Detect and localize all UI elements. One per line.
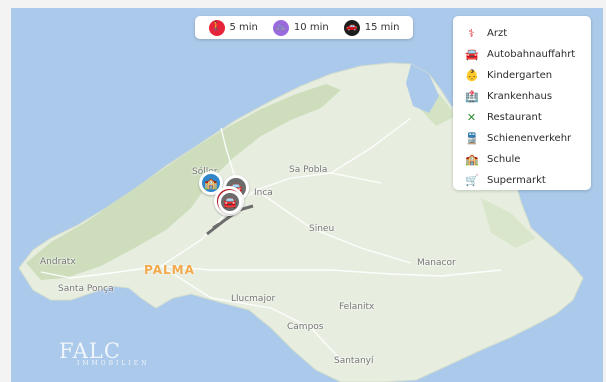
travel-walk-label: 5 min bbox=[229, 22, 258, 33]
legend-label-supermarkt: Supermarkt bbox=[487, 175, 546, 186]
legend-item-krankenhaus[interactable]: 🏥 Krankenhaus bbox=[465, 86, 583, 107]
travel-car-15[interactable]: 🚗 15 min bbox=[343, 19, 400, 36]
legend-item-supermarkt[interactable]: 🛒 Supermarkt bbox=[465, 170, 583, 191]
watermark-logo: FALC IMMOBILIEN bbox=[59, 339, 150, 368]
travel-walk-5[interactable]: 🚶 5 min bbox=[208, 19, 258, 36]
place-label-andratx: Andratx bbox=[40, 257, 76, 267]
legend-label-kindergarten: Kindergarten bbox=[487, 70, 553, 81]
place-label-santa-ponca: Santa Ponça bbox=[58, 284, 114, 294]
place-label-sineu: Sineu bbox=[309, 224, 335, 234]
travel-car-label: 15 min bbox=[364, 22, 400, 33]
place-label-felanitx: Felanitx bbox=[339, 302, 375, 312]
legend-label-autobahnauffahrt: Autobahnauffahrt bbox=[487, 49, 576, 60]
map-frame: Sóller Inca Sa Pobla Sineu Andratx Santa… bbox=[0, 0, 606, 382]
place-label-inca: Inca bbox=[254, 188, 273, 198]
legend-label-krankenhaus: Krankenhaus bbox=[487, 91, 553, 102]
place-label-llucmajor: Llucmajor bbox=[231, 294, 276, 304]
train-icon: 🚆 bbox=[465, 132, 479, 145]
legend-item-arzt[interactable]: ⚕ Arzt bbox=[465, 23, 583, 44]
stethoscope-icon: ⚕ bbox=[468, 27, 475, 40]
travel-bike-label: 10 min bbox=[293, 22, 329, 33]
shopping-cart-icon: 🛒 bbox=[465, 174, 479, 187]
hospital-icon: 🏥 bbox=[465, 90, 479, 103]
legend-item-schule[interactable]: 🏫 Schule bbox=[465, 149, 583, 170]
place-label-palma: PALMA bbox=[144, 263, 195, 277]
legend-item-restaurant[interactable]: ✕ Restaurant bbox=[465, 107, 583, 128]
watermark-sub: IMMOBILIEN bbox=[77, 360, 150, 367]
school-icon: 🏫 bbox=[465, 153, 479, 166]
cutlery-icon: ✕ bbox=[466, 111, 477, 124]
car-on-road-icon: 🚘 bbox=[465, 48, 479, 61]
poi-legend: ⚕ Arzt 🚘 Autobahnauffahrt 👶 Kindergarten… bbox=[453, 16, 591, 190]
legend-label-restaurant: Restaurant bbox=[487, 112, 542, 123]
car-icon: 🚗 bbox=[343, 19, 360, 36]
child-icon: 👶 bbox=[465, 69, 479, 82]
legend-item-autobahnauffahrt[interactable]: 🚘 Autobahnauffahrt bbox=[465, 44, 583, 65]
place-label-sa-pobla: Sa Pobla bbox=[289, 165, 328, 175]
place-label-santanyi: Santanyí bbox=[334, 356, 374, 366]
walking-icon: 🚶 bbox=[208, 19, 225, 36]
legend-label-arzt: Arzt bbox=[487, 28, 508, 39]
car-marker[interactable]: 🚘 bbox=[218, 190, 242, 214]
place-label-campos: Campos bbox=[287, 322, 324, 332]
watermark-main: FALC bbox=[59, 339, 121, 363]
legend-item-kindergarten[interactable]: 👶 Kindergarten bbox=[465, 65, 583, 86]
travel-time-selector: 🚶 5 min 🚲 10 min 🚗 15 min bbox=[195, 16, 413, 39]
bicycle-icon: 🚲 bbox=[272, 19, 289, 36]
legend-item-schienenverkehr[interactable]: 🚆 Schienenverkehr bbox=[465, 128, 583, 149]
legend-label-schule: Schule bbox=[487, 154, 521, 165]
legend-label-schienenverkehr: Schienenverkehr bbox=[487, 133, 572, 144]
place-label-manacor: Manacor bbox=[417, 258, 456, 268]
travel-bike-10[interactable]: 🚲 10 min bbox=[272, 19, 329, 36]
